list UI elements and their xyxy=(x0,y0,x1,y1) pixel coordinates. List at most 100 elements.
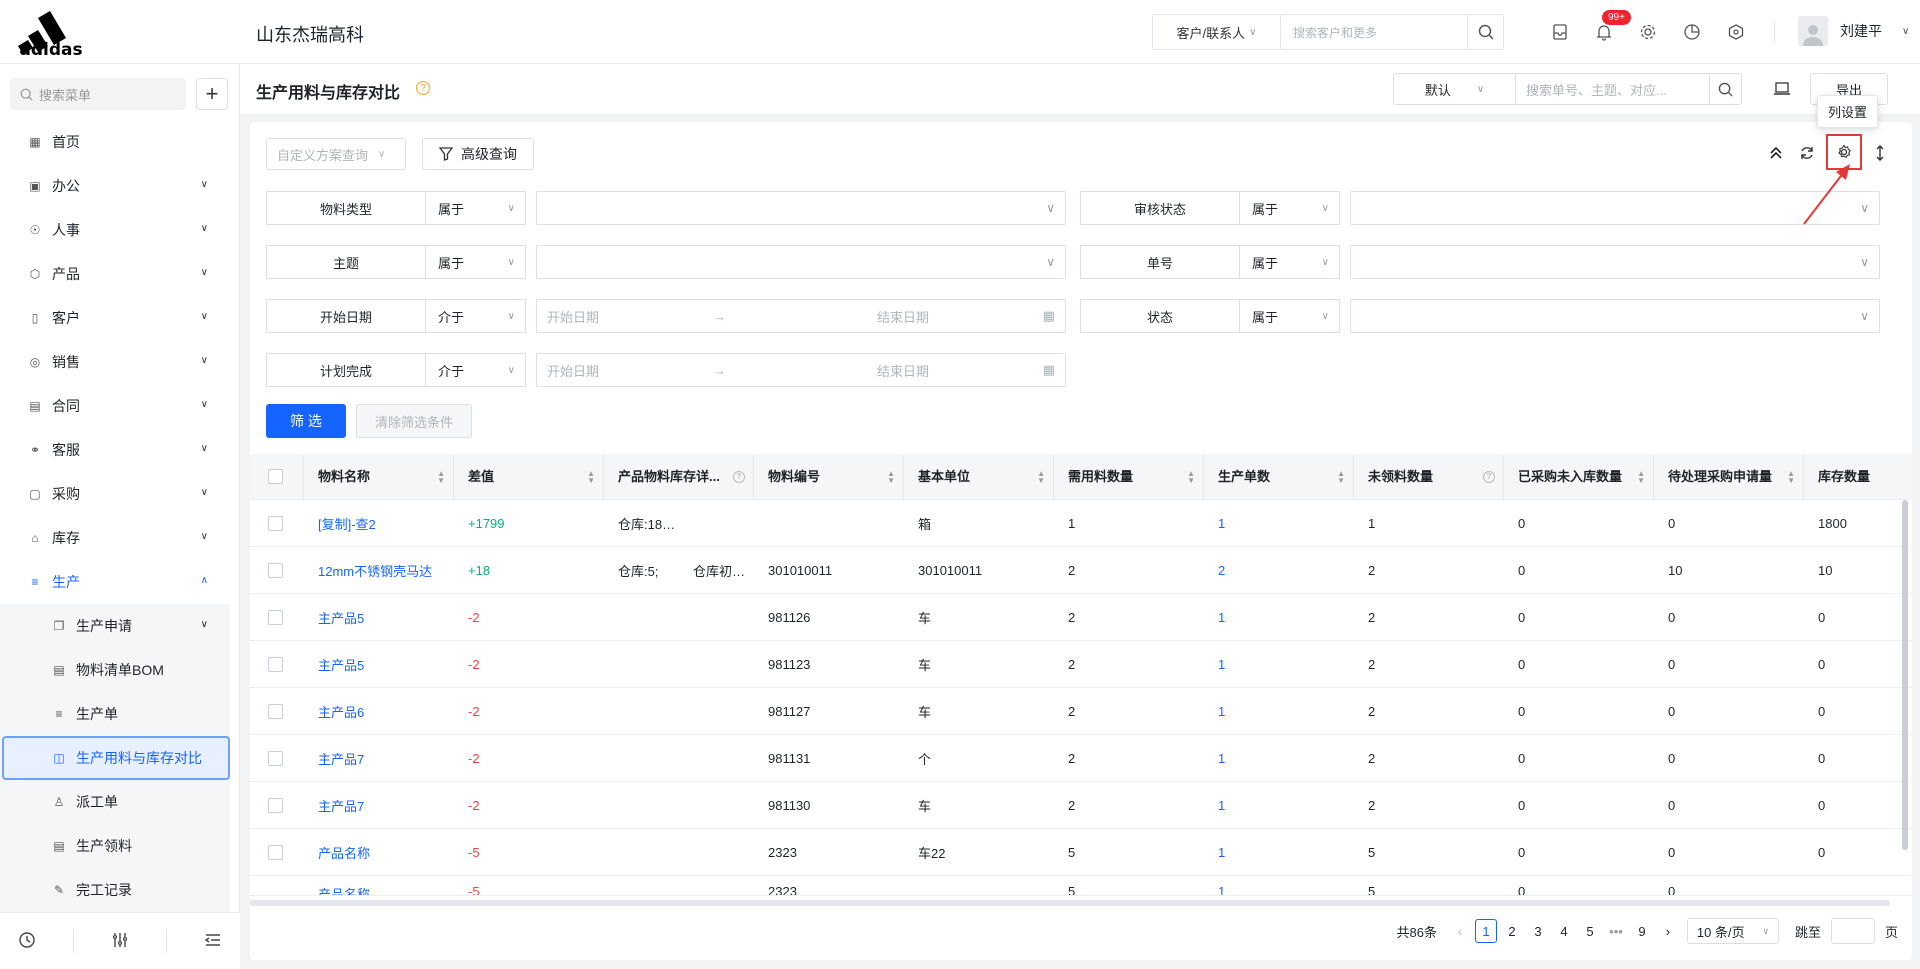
production-count-link[interactable]: 1 xyxy=(1204,845,1354,860)
sidebar-item-sales[interactable]: ◎ 销售 ∨ xyxy=(0,340,240,384)
sidebar-item-office[interactable]: ▣ 办公 ∨ xyxy=(0,164,240,208)
sort-icon[interactable]: ▲ ▼ xyxy=(1037,469,1045,484)
production-count-link[interactable]: 1 xyxy=(1204,798,1354,813)
record-search[interactable]: 默认 ∨ 搜索单号、主题、对应... xyxy=(1393,73,1742,105)
sidebar-item-production-order[interactable]: ≡ 生产单 xyxy=(0,692,230,736)
sidebar-item-purchase[interactable]: ▢ 采购 ∨ xyxy=(0,472,240,516)
filter-button[interactable]: 筛 选 xyxy=(266,404,346,438)
date-range-picker[interactable]: 开始日期 → 结束日期 ▦ xyxy=(536,353,1066,387)
global-search-input[interactable]: 搜索客户和更多 xyxy=(1281,24,1467,41)
sidebar-item-customer[interactable]: ▯ 客户 ∨ xyxy=(0,296,240,340)
sidebar-item-production[interactable]: ≡ 生产 ∧ xyxy=(0,560,240,604)
sidebar-item-material-compare[interactable]: ◫ 生产用料与库存对比 xyxy=(2,736,230,780)
table-row[interactable]: 12mm不锈钢壳马达 +18 仓库:5; 仓库初始... 301010011 301010… xyxy=(250,547,1912,594)
table-row[interactable]: 主产品7 -2 981130 车 2 1 2 0 0 0 xyxy=(250,782,1912,829)
row-checkbox[interactable] xyxy=(250,844,304,860)
material-name-link[interactable]: 主产品7 xyxy=(304,796,454,815)
collapse-menu-icon[interactable] xyxy=(204,931,222,952)
global-search[interactable]: 客户/联系人 ∨ 搜索客户和更多 xyxy=(1152,14,1504,50)
sliders-icon[interactable] xyxy=(111,931,129,952)
end-date-input[interactable]: 结束日期 xyxy=(877,361,929,380)
table-row[interactable]: 主产品5 -2 981126 车 2 1 2 0 0 0 xyxy=(250,594,1912,641)
help-icon[interactable]: ? xyxy=(1483,470,1495,483)
table-row[interactable]: 主产品6 -2 981127 车 2 1 2 0 0 0 xyxy=(250,688,1912,735)
production-count-link[interactable]: 1 xyxy=(1204,516,1354,531)
print-icon[interactable] xyxy=(1766,73,1798,105)
start-date-input[interactable]: 开始日期 xyxy=(547,307,599,326)
help-icon[interactable]: ? xyxy=(733,470,745,483)
bell-icon[interactable]: 99+ xyxy=(1592,10,1631,46)
page-2[interactable]: 2 xyxy=(1501,919,1523,943)
sort-icon[interactable]: ▲ ▼ xyxy=(1637,469,1645,484)
history-icon[interactable] xyxy=(18,931,36,952)
material-name-link[interactable]: 主产品5 xyxy=(304,608,454,627)
row-checkbox[interactable] xyxy=(250,515,304,531)
user-menu[interactable]: 刘建平 ∨ xyxy=(1798,16,1909,46)
column-header[interactable]: 基本单位 ▲ ▼ xyxy=(904,453,1054,500)
search-icon[interactable] xyxy=(1709,74,1741,104)
sidebar-item-hr[interactable]: ☉ 人事 ∨ xyxy=(0,208,240,252)
filter-operator-select[interactable]: 属于 ∨ xyxy=(1240,191,1340,225)
column-header[interactable]: 物料编号 ▲ ▼ xyxy=(754,453,904,500)
filter-value-select[interactable]: ∨ xyxy=(1350,245,1880,279)
sidebar-item-product[interactable]: ⬡ 产品 ∨ xyxy=(0,252,240,296)
help-icon[interactable]: ? xyxy=(416,81,430,95)
column-header[interactable]: 产品物料库存详...? xyxy=(604,453,754,500)
sort-icon[interactable]: ▲ ▼ xyxy=(1337,469,1345,484)
date-range-picker[interactable]: 开始日期 → 结束日期 ▦ xyxy=(536,299,1066,333)
filter-operator-select[interactable]: 属于 ∨ xyxy=(426,245,526,279)
column-header[interactable]: 需用料数量 ▲ ▼ xyxy=(1054,453,1204,500)
sort-icon[interactable]: ▲ ▼ xyxy=(1787,469,1795,484)
sidebar-item-inventory[interactable]: ⌂ 库存 ∨ xyxy=(0,516,240,560)
search-type-select[interactable]: 客户/联系人 ∨ xyxy=(1153,15,1281,49)
gear-icon[interactable] xyxy=(1636,18,1660,46)
pie-chart-icon[interactable] xyxy=(1680,18,1704,46)
menu-search-input[interactable]: 搜索菜单 xyxy=(10,78,186,110)
vertical-scrollbar[interactable] xyxy=(1902,500,1908,850)
production-count-link[interactable]: 1 xyxy=(1204,704,1354,719)
column-header[interactable]: 未领料数量? xyxy=(1354,453,1504,500)
production-count-link[interactable]: 1 xyxy=(1204,610,1354,625)
column-header[interactable]: 待处理采购申请量 ▲ ▼ xyxy=(1654,453,1804,500)
page-4[interactable]: 4 xyxy=(1553,919,1575,943)
view-select[interactable]: 默认 ∨ xyxy=(1394,74,1516,104)
sidebar-item-home[interactable]: ▦ 首页 xyxy=(0,120,240,164)
filter-value-select[interactable]: ∨ xyxy=(1350,299,1880,333)
clear-filter-button[interactable]: 清除筛选条件 xyxy=(356,404,472,438)
material-name-link[interactable]: 主产品5 xyxy=(304,655,454,674)
end-date-input[interactable]: 结束日期 xyxy=(877,307,929,326)
search-icon[interactable] xyxy=(1467,15,1503,49)
scheme-select[interactable]: 自定义方案查询 ∨ xyxy=(266,138,406,170)
page-3[interactable]: 3 xyxy=(1527,919,1549,943)
filter-value-select[interactable]: ∨ xyxy=(536,191,1066,225)
sidebar-item-dispatch[interactable]: ♙ 派工单 xyxy=(0,780,230,824)
material-name-link[interactable]: 12mm不锈钢壳马达 xyxy=(304,561,454,580)
next-page-icon[interactable]: › xyxy=(1657,919,1679,943)
sidebar-item-bom[interactable]: ▤ 物料清单BOM xyxy=(0,648,230,692)
sidebar-item-completion[interactable]: ✎ 完工记录 xyxy=(0,868,230,912)
collapse-up-icon[interactable] xyxy=(1761,138,1791,168)
sidebar-item-production-request[interactable]: ❐ 生产申请 ∨ xyxy=(0,604,230,648)
record-search-input[interactable]: 搜索单号、主题、对应... xyxy=(1516,80,1709,99)
inbox-icon[interactable] xyxy=(1548,18,1572,46)
row-checkbox[interactable] xyxy=(250,750,304,766)
material-name-link[interactable]: 产品名称 xyxy=(304,843,454,862)
row-checkbox[interactable] xyxy=(250,797,304,813)
filter-operator-select[interactable]: 属于 ∨ xyxy=(1240,299,1340,333)
material-name-link[interactable]: 主产品6 xyxy=(304,702,454,721)
sort-icon[interactable]: ▲ ▼ xyxy=(887,469,895,484)
row-checkbox[interactable] xyxy=(250,609,304,625)
sort-icon[interactable]: ▲ ▼ xyxy=(437,469,445,484)
production-count-link[interactable]: 2 xyxy=(1204,563,1354,578)
page-ellipsis[interactable]: ••• xyxy=(1605,919,1627,943)
jump-page-input[interactable] xyxy=(1830,918,1875,944)
column-header[interactable]: 已采购未入库数量 ▲ ▼ xyxy=(1504,453,1654,500)
start-date-input[interactable]: 开始日期 xyxy=(547,361,599,380)
column-header[interactable]: 物料名称 ▲ ▼ xyxy=(304,453,454,500)
filter-operator-select[interactable]: 介于 ∨ xyxy=(426,353,526,387)
sidebar-item-service[interactable]: ⚭ 客服 ∨ xyxy=(0,428,240,472)
sidebar-item-material-pick[interactable]: ▤ 生产领料 xyxy=(0,824,230,868)
column-header[interactable]: 生产单数 ▲ ▼ xyxy=(1204,453,1354,500)
row-height-icon[interactable] xyxy=(1870,138,1890,168)
advanced-query-button[interactable]: 高级查询 xyxy=(422,138,534,170)
